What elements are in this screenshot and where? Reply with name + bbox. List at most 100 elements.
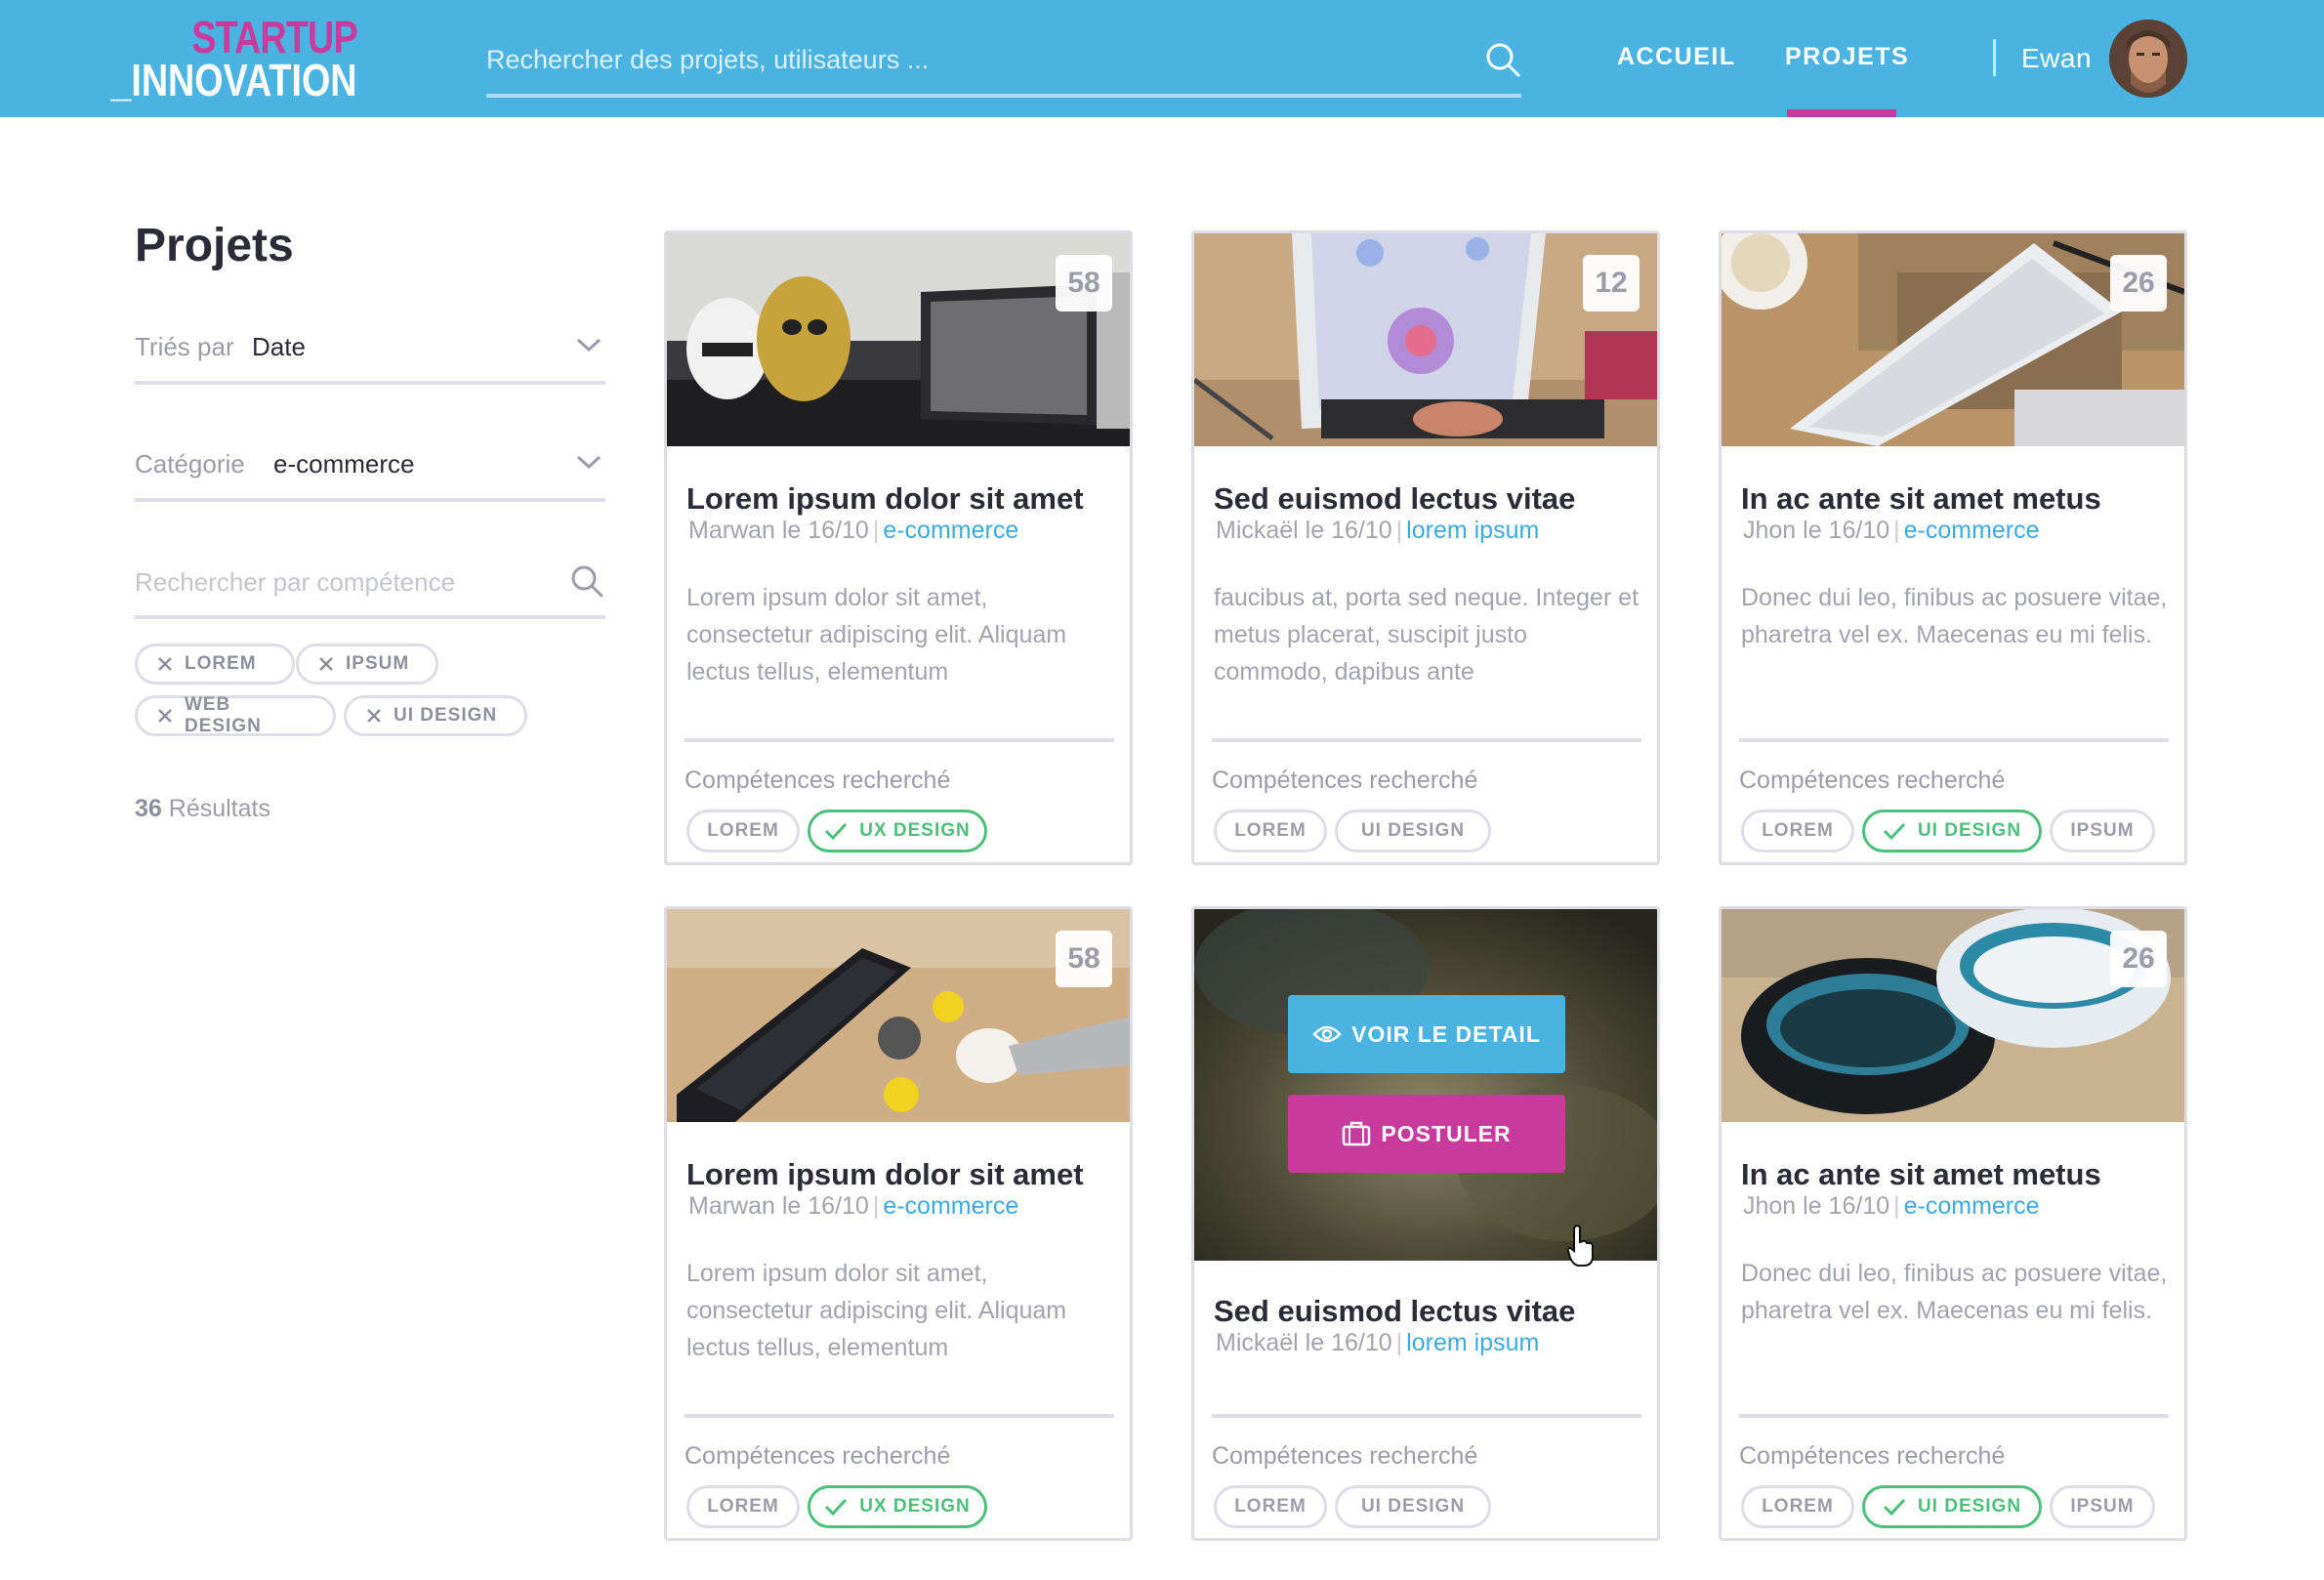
- project-title[interactable]: In ac ante sit amet metus: [1741, 481, 2101, 517]
- skill-label: LOREM: [1234, 820, 1307, 841]
- logo-top-text: STARTUP: [191, 12, 357, 62]
- project-image[interactable]: 26: [1722, 233, 2184, 446]
- meta-separator: |: [872, 1192, 880, 1220]
- close-icon[interactable]: [318, 656, 334, 672]
- project-image[interactable]: 58: [667, 909, 1130, 1122]
- project-author: Mickaël le 16/10: [1216, 517, 1392, 544]
- view-detail-label: VOIR LE DETAIL: [1351, 1020, 1541, 1047]
- project-author: Jhon le 16/10: [1743, 1192, 1890, 1220]
- project-category-link[interactable]: lorem ipsum: [1406, 1329, 1539, 1356]
- meta-separator: |: [1395, 517, 1403, 544]
- project-category-link[interactable]: e-commerce: [883, 1192, 1018, 1220]
- eye-icon: [1312, 1025, 1342, 1043]
- project-count-badge: 12: [1583, 255, 1639, 312]
- avatar[interactable]: [2109, 20, 2187, 98]
- skill-label: UI DESIGN: [1360, 1496, 1466, 1517]
- skill-chip-selected[interactable]: UX DESIGN: [808, 1485, 987, 1528]
- skill-chip[interactable]: LOREM: [1741, 810, 1854, 852]
- project-meta: Jhon le 16/10 | e-commerce: [1743, 1192, 2040, 1221]
- project-image[interactable]: 12: [1194, 233, 1657, 446]
- filter-tag-ipsum[interactable]: IPSUM: [296, 644, 438, 685]
- project-description: Donec dui leo, finibus ac posuere vitae,…: [1741, 1260, 2168, 1324]
- card-divider: [1739, 1414, 2169, 1418]
- project-card[interactable]: 26 In ac ante sit amet metus Jhon le 16/…: [1719, 906, 2187, 1541]
- sort-dropdown[interactable]: Triés par Date: [135, 326, 605, 385]
- skill-label: LOREM: [707, 1496, 779, 1517]
- project-card[interactable]: 12 Sed euismod lectus vitae Mickaël le 1…: [1191, 230, 1660, 865]
- skill-search-input[interactable]: [135, 561, 545, 603]
- skill-chip[interactable]: IPSUM: [2050, 1485, 2155, 1528]
- project-author: Jhon le 16/10: [1743, 517, 1890, 544]
- user-name[interactable]: Ewan: [2021, 43, 2092, 74]
- filter-tag-label: IPSUM: [346, 653, 410, 674]
- skill-label: UX DESIGN: [859, 1496, 971, 1517]
- skill-chip[interactable]: UI DESIGN: [1335, 810, 1491, 852]
- project-category-link[interactable]: e-commerce: [883, 517, 1018, 544]
- apply-button[interactable]: POSTULER: [1288, 1095, 1565, 1173]
- meta-separator: |: [1893, 517, 1900, 544]
- skill-chip[interactable]: LOREM: [686, 1485, 800, 1528]
- skill-chip[interactable]: UI DESIGN: [1335, 1485, 1491, 1528]
- skill-chip-selected[interactable]: UX DESIGN: [808, 810, 987, 852]
- project-category-link[interactable]: e-commerce: [1904, 1192, 2040, 1220]
- nav-accueil[interactable]: ACCUEIL: [1617, 43, 1736, 71]
- filter-tag-web-design[interactable]: WEB DESIGN: [135, 694, 336, 736]
- skill-chip-selected[interactable]: UI DESIGN: [1862, 1485, 2042, 1528]
- project-title[interactable]: Sed euismod lectus vitae: [1214, 1294, 1575, 1329]
- skill-chip[interactable]: IPSUM: [2050, 810, 2155, 852]
- search-icon[interactable]: [1484, 41, 1521, 78]
- project-image-overlay[interactable]: VOIR LE DETAIL POSTULER: [1194, 909, 1657, 1261]
- project-title[interactable]: Lorem ipsum dolor sit amet: [686, 1157, 1084, 1192]
- project-description: Donec dui leo, finibus ac posuere vitae,…: [1741, 584, 2168, 648]
- project-category-link[interactable]: lorem ipsum: [1406, 517, 1539, 544]
- project-title[interactable]: In ac ante sit amet metus: [1741, 1157, 2101, 1192]
- project-card[interactable]: 58 Lorem ipsum dolor sit amet Marwan le …: [664, 906, 1133, 1541]
- skill-chip[interactable]: LOREM: [1214, 810, 1327, 852]
- skills-label: Compétences recherché: [685, 1442, 951, 1470]
- filter-tag-ui-design[interactable]: UI DESIGN: [344, 695, 527, 736]
- skill-chip-selected[interactable]: UI DESIGN: [1862, 810, 2042, 852]
- project-count-badge: 58: [1056, 931, 1112, 987]
- project-count-badge: 26: [2110, 931, 2167, 987]
- project-image[interactable]: 26: [1722, 909, 2184, 1122]
- project-card-hovered[interactable]: VOIR LE DETAIL POSTULER Sed euismod lect…: [1191, 906, 1660, 1541]
- apply-label: POSTULER: [1381, 1120, 1512, 1146]
- briefcase-icon: [1343, 1121, 1371, 1146]
- skill-chip[interactable]: LOREM: [686, 810, 800, 852]
- nav-projets[interactable]: PROJETS: [1785, 43, 1909, 71]
- category-dropdown[interactable]: Catégorie e-commerce: [135, 443, 605, 502]
- sort-value: Date: [252, 332, 306, 361]
- search-icon[interactable]: [570, 564, 603, 598]
- skills-label: Compétences recherché: [1739, 767, 2006, 794]
- project-count-badge: 58: [1056, 255, 1112, 312]
- project-category-link[interactable]: e-commerce: [1904, 517, 2040, 544]
- view-detail-button[interactable]: VOIR LE DETAIL: [1288, 995, 1565, 1073]
- close-icon[interactable]: [157, 708, 173, 724]
- project-author: Mickaël le 16/10: [1216, 1329, 1392, 1356]
- project-card[interactable]: 58 Lorem ipsum dolor sit amet Marwan le …: [664, 230, 1133, 865]
- chevron-down-icon: [576, 455, 602, 470]
- skill-chip[interactable]: LOREM: [1741, 1485, 1854, 1528]
- project-title[interactable]: Lorem ipsum dolor sit amet: [686, 481, 1084, 517]
- skill-chip[interactable]: LOREM: [1214, 1485, 1327, 1528]
- filter-tag-lorem[interactable]: LOREM: [135, 644, 295, 685]
- meta-separator: |: [872, 517, 880, 544]
- close-icon[interactable]: [366, 708, 382, 724]
- skills-label: Compétences recherché: [1212, 767, 1478, 794]
- project-title[interactable]: Sed euismod lectus vitae: [1214, 481, 1575, 517]
- close-icon[interactable]: [157, 656, 173, 672]
- category-value: e-commerce: [273, 449, 415, 478]
- hand-cursor-icon: [1566, 1225, 1594, 1267]
- startup-innovation-logo[interactable]: STARTUP _INNOVATION: [111, 12, 358, 105]
- project-meta: Jhon le 16/10 | e-commerce: [1743, 517, 2040, 545]
- skill-label: LOREM: [1762, 1496, 1834, 1517]
- project-image[interactable]: 58: [667, 233, 1130, 446]
- results-label: Résultats: [168, 795, 270, 822]
- project-card[interactable]: 26 In ac ante sit amet metus Jhon le 16/…: [1719, 230, 2187, 865]
- card-divider: [1739, 738, 2169, 742]
- skill-search: [135, 561, 605, 619]
- project-description: Lorem ipsum dolor sit amet, consectetur …: [686, 584, 1067, 686]
- global-search-input[interactable]: [486, 35, 1453, 84]
- card-divider: [685, 738, 1114, 742]
- skill-label: IPSUM: [2070, 820, 2135, 841]
